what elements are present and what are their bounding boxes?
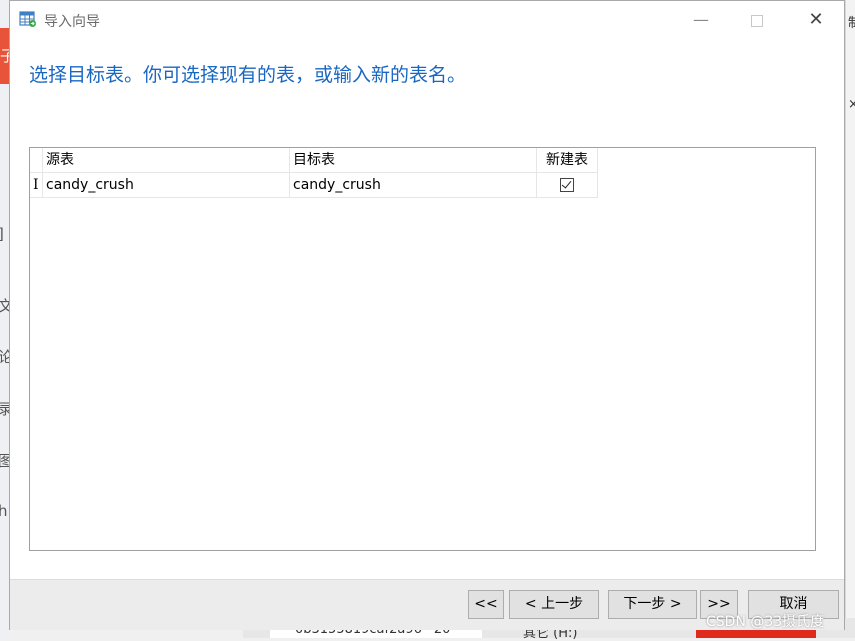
column-header-source[interactable]: 源表 [43, 148, 290, 173]
table-mapping-grid: 源表 目标表 新建表 I candy_crush candy_crush [29, 147, 816, 551]
text-cursor-icon: I [33, 177, 39, 193]
minimize-button[interactable]: — [686, 7, 716, 33]
previous-step-button[interactable]: < 上一步 [509, 590, 599, 619]
background-glyph: 制 [848, 16, 855, 31]
watermark: CSDN @33摄氏度 [706, 614, 825, 630]
title-bar[interactable]: 导入向导 — ✕ [10, 1, 844, 39]
new-table-cell[interactable] [537, 173, 598, 198]
window-title: 导入向导 [44, 14, 100, 30]
source-table-cell[interactable]: candy_crush [43, 173, 290, 198]
new-table-checkbox[interactable] [560, 178, 574, 192]
first-step-button[interactable]: << [468, 590, 504, 619]
import-wizard-dialog: 导入向导 — ✕ 选择目标表。你可选择现有的表，或输入新的表名。 源表 目标表 … [9, 0, 845, 630]
background-orange-tab: 子 [0, 28, 9, 84]
target-table-cell[interactable]: candy_crush [290, 173, 537, 198]
row-indicator: I [30, 173, 43, 198]
maximize-button[interactable] [742, 7, 772, 33]
next-step-button[interactable]: 下一步 > [608, 590, 697, 619]
row-indicator-header [30, 148, 43, 173]
table-row[interactable]: I candy_crush candy_crush [30, 173, 598, 198]
background-glyph: × [848, 97, 855, 112]
instruction-text: 选择目标表。你可选择现有的表，或输入新的表名。 [29, 64, 467, 86]
column-header-target[interactable]: 目标表 [290, 148, 537, 173]
column-header-new-table[interactable]: 新建表 [537, 148, 598, 173]
background-app-left: 子 ] 文 论 录 图 h [0, 0, 10, 638]
grid-header-row: 源表 目标表 新建表 [30, 148, 598, 173]
maximize-icon [751, 15, 763, 27]
close-button[interactable]: ✕ [801, 7, 831, 33]
background-app-right: 制 × [845, 0, 855, 638]
table-import-icon [19, 11, 36, 27]
